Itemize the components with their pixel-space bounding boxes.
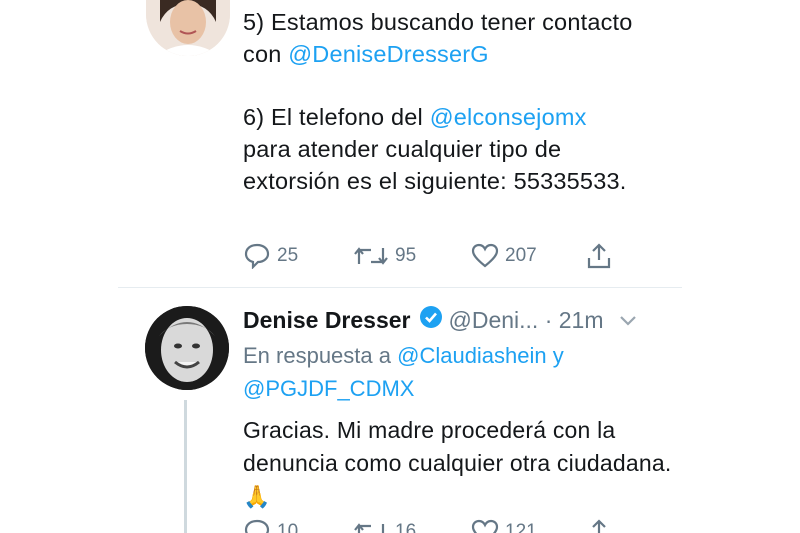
thread-line — [184, 400, 187, 533]
mention-link[interactable]: @elconsejomx — [430, 104, 587, 130]
timeline: 5) Estamos buscando tener contacto con @… — [118, 0, 682, 533]
share-button[interactable] — [586, 242, 612, 270]
left-margin — [0, 0, 118, 533]
reply-icon — [243, 519, 271, 533]
share-button[interactable] — [586, 518, 612, 533]
mention-link[interactable]: @DeniseDresserG — [288, 41, 489, 67]
tweet-text: Gracias. Mi madre procederá con la denun… — [243, 414, 673, 513]
handle-and-time: @Deni... · 21m — [448, 306, 604, 333]
share-icon — [586, 242, 612, 270]
folded-hands-emoji: 🙏 — [243, 484, 271, 509]
reply-button[interactable]: 10 — [243, 519, 298, 533]
right-margin — [682, 0, 800, 533]
tweet-text-segment: 6) El telefono del — [243, 104, 430, 130]
tweet-actions: 25 95 207 — [243, 240, 643, 272]
mention-link[interactable]: @Claudiashein — [397, 343, 547, 368]
retweet-count: 16 — [395, 521, 417, 533]
share-icon — [586, 518, 612, 533]
retweet-icon — [353, 244, 389, 268]
retweet-button[interactable]: 95 — [353, 244, 416, 268]
retweet-count: 95 — [395, 245, 417, 266]
tweet-text: 6) El telefono del @elconsejomx para ate… — [243, 101, 663, 197]
verified-icon — [419, 305, 443, 335]
tweet-divider — [118, 287, 682, 288]
avatar[interactable] — [146, 0, 230, 56]
retweet-button[interactable]: 16 — [353, 520, 416, 533]
avatar[interactable] — [145, 306, 229, 390]
reply-context-label: En respuesta a — [243, 343, 398, 368]
like-icon — [471, 243, 499, 269]
like-icon — [471, 519, 499, 533]
mention-link[interactable]: @PGJDF_CDMX — [243, 376, 414, 401]
like-button[interactable]: 207 — [471, 243, 537, 269]
reply-icon — [243, 243, 271, 269]
retweet-icon — [353, 520, 389, 533]
reply-context-label: y — [546, 343, 564, 368]
chevron-down-icon[interactable] — [618, 307, 638, 334]
like-count: 207 — [505, 245, 537, 266]
tweet-text-segment: Gracias. Mi madre procederá con la denun… — [243, 417, 672, 476]
tweet-header: Denise Dresser @Deni... · 21m — [243, 302, 638, 338]
display-name[interactable]: Denise Dresser — [243, 307, 411, 334]
like-count: 121 — [505, 521, 537, 533]
tweet-text-segment: para atender cualquier tipo de extorsión… — [243, 136, 627, 194]
like-button[interactable]: 121 — [471, 519, 537, 533]
reply-count: 25 — [277, 245, 299, 266]
tweet-actions: 10 16 121 — [243, 516, 643, 533]
tweet-text: 5) Estamos buscando tener contacto con @… — [243, 6, 663, 70]
reply-context: En respuesta a @Claudiashein y @PGJDF_CDM… — [243, 339, 663, 405]
reply-count: 10 — [277, 521, 299, 533]
reply-button[interactable]: 25 — [243, 243, 298, 269]
